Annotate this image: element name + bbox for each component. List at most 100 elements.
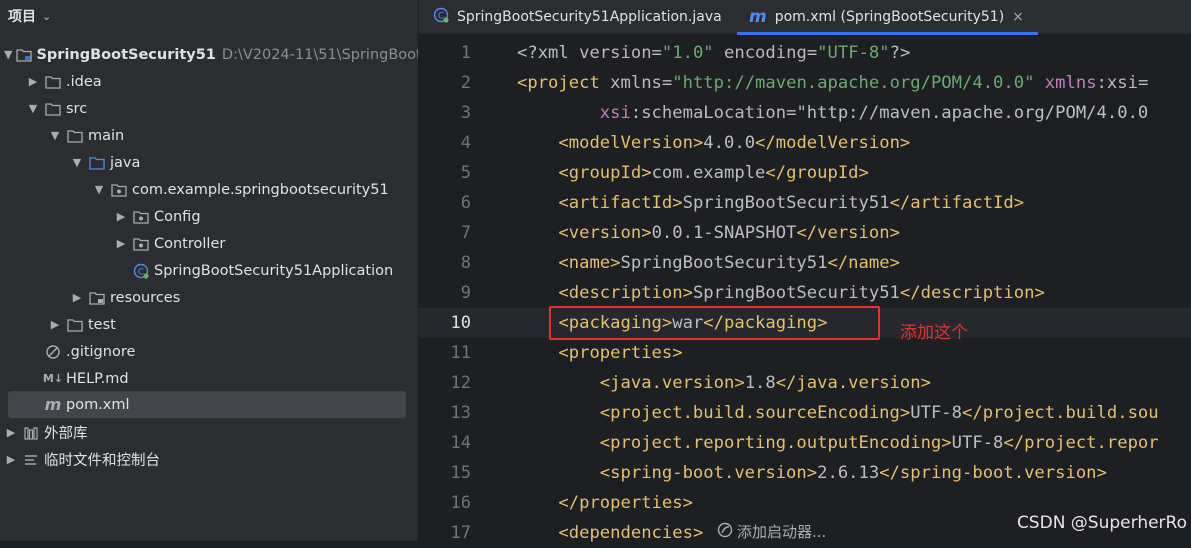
editor-tab-bar: C SpringBootSecurity51Application.java m… (419, 0, 1191, 35)
tree-item-help-md[interactable]: M↓ HELP.md (0, 365, 418, 392)
tree-item-pom-xml[interactable]: m pom.xml (8, 391, 406, 418)
markdown-icon: M↓ (42, 372, 64, 385)
tree-item-label: resources (110, 289, 181, 306)
chevron-down-icon[interactable]: ▼ (4, 48, 12, 61)
tree-item-project-root[interactable]: ▼ SpringBootSecurity51 D:\V2024-11\51\Sp… (0, 41, 418, 68)
chevron-down-icon[interactable]: ▼ (70, 156, 84, 169)
chevron-right-icon[interactable]: ▶ (114, 210, 128, 223)
chevron-right-icon[interactable]: ▶ (4, 426, 18, 439)
code-line[interactable]: <artifactId>SpringBootSecurity51</artifa… (517, 188, 1024, 218)
folder-icon (44, 101, 62, 117)
line-number: 5 (460, 163, 471, 183)
line-number: 4 (460, 133, 471, 153)
code-line[interactable]: <groupId>com.example</groupId> (517, 158, 868, 188)
tree-item-label: main (88, 127, 125, 144)
chevron-right-icon[interactable]: ▶ (48, 318, 62, 331)
tree-item-label: java (110, 154, 141, 171)
line-number: 8 (460, 253, 471, 273)
package-icon (132, 236, 150, 252)
tree-item-config[interactable]: ▶ Config (0, 203, 418, 230)
resources-folder-icon (88, 290, 106, 306)
ignore-file-icon (44, 344, 62, 360)
chevron-down-icon[interactable]: ▼ (48, 129, 62, 142)
code-line[interactable]: <project.build.sourceEncoding>UTF-8</pro… (517, 398, 1159, 428)
code-line[interactable]: </properties> (517, 488, 693, 518)
editor-area: C SpringBootSecurity51Application.java m… (419, 0, 1191, 543)
library-icon (22, 425, 40, 441)
chevron-right-icon[interactable]: ▶ (114, 237, 128, 250)
module-folder-icon (16, 47, 33, 63)
tree-item-label: test (88, 316, 116, 333)
inlay-hint[interactable]: 添加启动器... (717, 521, 826, 542)
code-line[interactable]: <dependencies> (517, 518, 703, 548)
annotation-label: 添加这个 (900, 323, 968, 343)
code-line[interactable]: <project xmlns="http://maven.apache.org/… (517, 68, 1148, 98)
code-line[interactable]: <description>SpringBootSecurity51</descr… (517, 278, 1044, 308)
close-icon[interactable]: × (1012, 9, 1024, 25)
code-line[interactable]: <name>SpringBootSecurity51</name> (517, 248, 900, 278)
line-number: 9 (460, 283, 471, 303)
tree-item-idea[interactable]: ▶ .idea (0, 68, 418, 95)
line-number-current: 10 (450, 313, 471, 333)
svg-text:C: C (438, 12, 444, 22)
tree-item-label: pom.xml (66, 396, 130, 413)
inlay-hint-label: 添加启动器... (737, 523, 827, 541)
code-line[interactable]: <spring-boot.version>2.6.13</spring-boot… (517, 458, 1107, 488)
maven-icon: m (44, 395, 62, 414)
chevron-right-icon[interactable]: ▶ (26, 75, 40, 88)
folder-icon (66, 317, 84, 333)
tree-item-src[interactable]: ▼ src (0, 95, 418, 122)
line-number: 17 (450, 523, 471, 543)
tree-item-label: Config (154, 208, 201, 225)
code-line[interactable]: <java.version>1.8</java.version> (517, 368, 931, 398)
tree-item-main[interactable]: ▼ main (0, 122, 418, 149)
tree-item-external-libraries[interactable]: ▶ 外部库 (0, 419, 418, 446)
chevron-down-icon[interactable]: ▼ (92, 183, 106, 196)
tree-item-package[interactable]: ▼ com.example.springbootsecurity51 (0, 176, 418, 203)
tree-item-test[interactable]: ▶ test (0, 311, 418, 338)
chevron-down-icon[interactable]: ⌄ (42, 10, 51, 23)
code-line[interactable]: <?xml version="1.0" encoding="UTF-8"?> (517, 38, 910, 68)
line-number: 11 (450, 343, 471, 363)
tree-item-application-class[interactable]: C SpringBootSecurity51Application (0, 257, 418, 284)
project-panel-header[interactable]: 项目 ⌄ (8, 6, 51, 26)
line-number: 14 (450, 433, 471, 453)
code-line[interactable]: <version>0.0.1-SNAPSHOT</version> (517, 218, 900, 248)
tree-item-label: SpringBootSecurity51 (36, 46, 216, 63)
tab-label: SpringBootSecurity51Application.java (457, 9, 722, 25)
tab-application-java[interactable]: C SpringBootSecurity51Application.java (433, 0, 722, 34)
chevron-down-icon[interactable]: ▼ (26, 102, 40, 115)
tab-pom-xml[interactable]: m pom.xml (SpringBootSecurity51) × (737, 0, 1038, 35)
line-number: 1 (460, 43, 471, 63)
project-panel: 项目 ⌄ ▼ SpringBootSecurity51 D:\V2024-11\… (0, 0, 418, 541)
tree-item-scratches[interactable]: ▶ 临时文件和控制台 (0, 446, 418, 473)
package-icon (110, 182, 128, 198)
code-line[interactable]: <modelVersion>4.0.0</modelVersion> (517, 128, 910, 158)
project-path: D:\V2024-11\51\SpringBootSecu (221, 46, 418, 63)
project-panel-title: 项目 (8, 9, 36, 25)
watermark: CSDN @SuperherRo (1016, 513, 1187, 533)
code-line[interactable]: <project.reporting.outputEncoding>UTF-8<… (517, 428, 1159, 458)
tree-item-label: .idea (66, 73, 102, 90)
annotation-highlight-box (549, 306, 880, 340)
maven-icon: m (749, 7, 767, 27)
tree-item-label: SpringBootSecurity51Application (154, 262, 394, 279)
tab-label: pom.xml (SpringBootSecurity51) (774, 9, 1005, 25)
chevron-right-icon[interactable]: ▶ (4, 453, 18, 466)
tree-item-label: 外部库 (44, 426, 88, 442)
tree-item-label: com.example.springbootsecurity51 (132, 181, 389, 198)
tree-item-resources[interactable]: ▶ resources (0, 284, 418, 311)
line-number: 16 (450, 493, 471, 513)
tree-item-controller[interactable]: ▶ Controller (0, 230, 418, 257)
code-line[interactable]: xsi:schemaLocation="http://maven.apache.… (517, 98, 1148, 128)
spring-class-icon: C (132, 263, 150, 279)
line-number: 6 (460, 193, 471, 213)
tree-item-java[interactable]: ▼ java (0, 149, 418, 176)
tree-item-label: 临时文件和控制台 (44, 453, 160, 469)
chevron-right-icon[interactable]: ▶ (70, 291, 84, 304)
package-icon (132, 209, 150, 225)
line-number: 2 (460, 73, 471, 93)
code-line[interactable]: <properties> (517, 338, 682, 368)
tree-item-gitignore[interactable]: .gitignore (0, 338, 418, 365)
tree-item-label: HELP.md (66, 370, 129, 387)
